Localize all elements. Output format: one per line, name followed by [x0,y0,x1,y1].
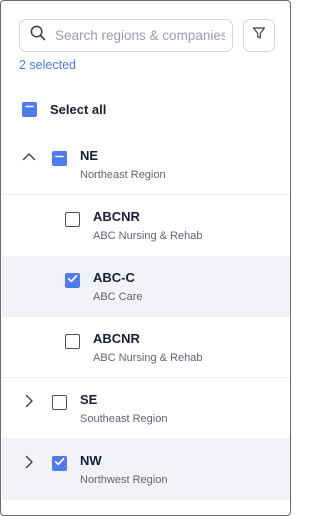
company-name: ABC Care [93,291,143,303]
company-row-abc-c[interactable]: ABC-C ABC Care [2,256,290,317]
company-code: ABCNR [93,209,140,224]
region-name: Southeast Region [80,413,168,425]
region-company-selector: 2 selected Select all NE Northeast Regio… [0,0,291,516]
region-row-nw[interactable]: NW Northwest Region [2,439,290,500]
region-row-ne[interactable]: NE Northeast Region [2,134,290,195]
minus-icon [52,149,67,169]
region-checkbox[interactable] [52,395,67,410]
company-name: ABC Nursing & Rehab [93,352,203,364]
region-name: Northeast Region [80,169,166,181]
region-list: NE Northeast Region ABCNR ABC Nursing & … [2,134,290,500]
check-icon [65,271,80,291]
select-all-label: Select all [50,101,107,117]
check-icon [52,454,67,474]
region-code: NE [80,148,99,163]
chevron-right-icon[interactable] [22,455,36,469]
region-code: SE [80,392,98,407]
company-row-abcnr[interactable]: ABCNR ABC Nursing & Rehab [2,317,290,378]
filter-icon [252,26,266,45]
select-all-row[interactable]: Select all [22,101,106,117]
company-checkbox[interactable] [65,273,80,288]
region-row-se[interactable]: SE Southeast Region [2,378,290,439]
company-code: ABC-C [93,270,135,285]
region-checkbox[interactable] [52,456,67,471]
region-code: NW [80,453,102,468]
region-name: Northwest Region [80,474,168,486]
minus-icon [22,99,37,119]
chevron-up-icon[interactable] [22,150,36,164]
company-name: ABC Nursing & Rehab [93,230,203,242]
select-all-checkbox[interactable] [22,99,37,119]
filter-button[interactable] [243,19,275,52]
company-checkbox[interactable] [65,334,80,349]
selected-count-link[interactable]: 2 selected [19,58,76,72]
chevron-right-icon[interactable] [22,394,36,408]
region-checkbox[interactable] [52,151,67,166]
search-box[interactable] [19,19,233,52]
search-row [19,19,275,52]
search-input[interactable] [55,28,225,43]
company-checkbox[interactable] [65,212,80,227]
company-code: ABCNR [93,331,140,346]
company-row-abcnr[interactable]: ABCNR ABC Nursing & Rehab [2,195,290,256]
search-icon [30,25,46,46]
